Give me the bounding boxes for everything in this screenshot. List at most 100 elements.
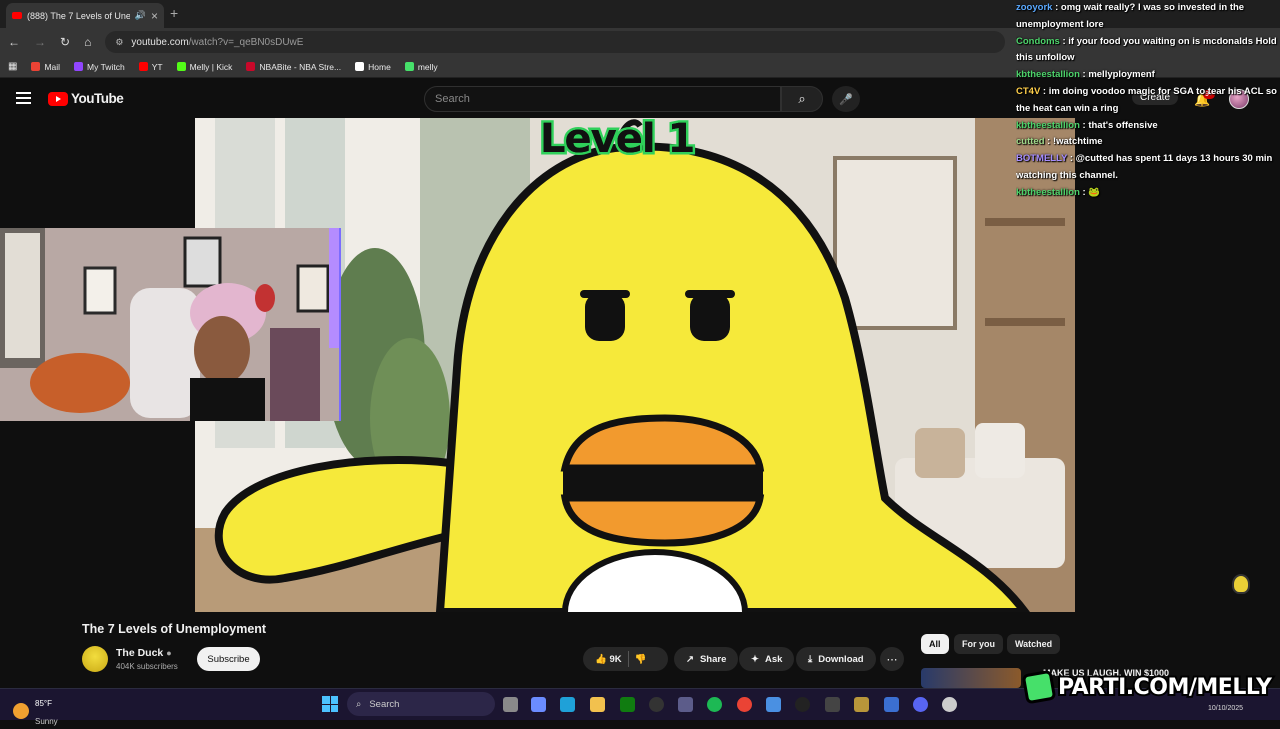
- youtube-icon: [138, 62, 148, 71]
- download-icon: ⤓: [808, 653, 813, 665]
- taskbar-search[interactable]: ⌕ Search: [347, 692, 495, 716]
- dislike-button[interactable]: 👎: [635, 654, 647, 665]
- search-input[interactable]: Search: [424, 86, 781, 112]
- menu-icon[interactable]: [16, 92, 31, 104]
- chip-watched[interactable]: Watched: [1007, 634, 1061, 654]
- apps-grid-icon[interactable]: ▦: [8, 61, 17, 72]
- streamer-webcam: [0, 228, 341, 421]
- windows-start-icon[interactable]: [322, 696, 338, 712]
- twitch-icon: [74, 62, 84, 71]
- chat-text: that's offensive: [1088, 119, 1158, 131]
- photos-icon[interactable]: [854, 697, 869, 712]
- chat-message: BOTMELLY : @cutted has spent 11 days 13 …: [1016, 153, 1273, 181]
- chat-user: kbtheestallion: [1016, 69, 1080, 81]
- webcam-frame: [0, 228, 339, 421]
- chrome-icon[interactable]: [737, 697, 752, 712]
- task-app-icon[interactable]: [884, 697, 899, 712]
- site-info-icon[interactable]: ⚙: [115, 37, 123, 48]
- video-title: The 7 Levels of Unemployment: [82, 622, 267, 636]
- subscribe-button[interactable]: Subscribe: [197, 647, 260, 671]
- xbox-icon[interactable]: [620, 697, 635, 712]
- parti-icon: [404, 62, 414, 71]
- more-horizontal-icon: ⋯: [886, 653, 898, 666]
- like-count: 9K: [609, 653, 622, 665]
- forward-icon[interactable]: →: [34, 35, 46, 49]
- chat-user: Condoms: [1016, 35, 1060, 47]
- parti-watermark: PARTI.COM/MELLY: [1021, 669, 1274, 705]
- bookmark-my-twitch[interactable]: My Twitch: [74, 62, 125, 72]
- media-player-icon[interactable]: [795, 697, 810, 712]
- chip-all[interactable]: All: [921, 634, 949, 654]
- store-icon[interactable]: [678, 697, 693, 712]
- spotify-icon[interactable]: [707, 697, 722, 712]
- reload-icon[interactable]: ↻: [60, 35, 70, 49]
- share-icon: ↗: [686, 653, 694, 665]
- app-icon[interactable]: [825, 697, 840, 712]
- duck-sticker-icon: [1232, 574, 1250, 594]
- like-button[interactable]: 👍 9K: [595, 654, 622, 665]
- search-button[interactable]: ⌕: [781, 86, 823, 112]
- address-bar[interactable]: ⚙ youtube.com/watch?v=_qeBN0sDUwE: [105, 31, 1006, 53]
- chat-user: CT4V: [1016, 85, 1041, 97]
- bookmark-nbabite[interactable]: NBABite - NBA Stre...: [246, 62, 341, 72]
- copilot-icon[interactable]: [531, 697, 546, 712]
- chat-text: 🐸: [1088, 186, 1101, 198]
- weather-widget[interactable]: 85°F Sunny: [13, 693, 58, 729]
- file-explorer-icon[interactable]: [590, 697, 605, 712]
- stream-chat-overlay: zooyork : omg wait really? I was so inve…: [1016, 0, 1280, 200]
- obs-icon[interactable]: [649, 697, 664, 712]
- chip-for-you[interactable]: For you: [954, 634, 1003, 654]
- channel-avatar[interactable]: [82, 646, 108, 672]
- edge-icon[interactable]: [560, 697, 575, 712]
- new-tab-button[interactable]: +: [170, 5, 178, 21]
- subscriber-count: 404K subscribers: [116, 662, 178, 671]
- youtube-favicon-icon: [12, 12, 22, 19]
- chat-user: kbtheestallion: [1016, 119, 1080, 131]
- discord-icon[interactable]: [913, 697, 928, 712]
- youtube-play-icon: [48, 91, 68, 106]
- chat-text: im doing voodoo magic for SGA to tear hi…: [1016, 85, 1277, 114]
- tab-title: (888) The 7 Levels of Unemp: [27, 10, 130, 21]
- chat-message: kbtheestallion : 🐸: [1016, 186, 1101, 198]
- chat-message: kbtheestallion : that's offensive: [1016, 119, 1158, 131]
- browser-tab[interactable]: (888) The 7 Levels of Unemp 🔊 ×: [6, 3, 164, 28]
- recommended-thumbnail[interactable]: [921, 668, 1021, 688]
- bookmark-yt[interactable]: YT: [138, 62, 163, 72]
- more-actions-button[interactable]: ⋯: [880, 647, 904, 671]
- ask-button[interactable]: ✦ Ask: [739, 647, 795, 671]
- youtube-logo[interactable]: YouTube: [48, 91, 124, 106]
- chat-user: BOTMELLY: [1016, 153, 1068, 165]
- share-button[interactable]: ↗ Share: [674, 647, 739, 671]
- thumbs-up-icon: 👍: [595, 653, 607, 665]
- like-divider: [627, 651, 629, 667]
- bookmark-home[interactable]: Home: [355, 62, 391, 72]
- channel-name[interactable]: The Duck ●: [116, 647, 172, 659]
- verified-icon: ●: [166, 648, 172, 658]
- download-button[interactable]: ⤓ Download: [796, 647, 876, 671]
- video-overlay-title: Level 1: [537, 114, 697, 165]
- bookmark-mail[interactable]: Mail: [31, 62, 60, 72]
- sun-icon: [13, 703, 29, 719]
- nba-icon: [246, 62, 256, 71]
- url-path: /watch?v=_qeBN0sDUwE: [188, 36, 304, 48]
- home-icon[interactable]: ⌂: [84, 35, 91, 49]
- search-icon: ⌕: [798, 91, 806, 106]
- thumbs-down-icon: 👎: [634, 653, 647, 665]
- search-icon: ⌕: [356, 698, 362, 710]
- back-icon[interactable]: ←: [8, 35, 20, 49]
- kick-icon: [176, 62, 186, 71]
- parti-logo-icon: [1021, 669, 1057, 705]
- paint-icon[interactable]: [766, 697, 781, 712]
- chat-user: kbtheestallion: [1016, 186, 1080, 198]
- speaker-icon[interactable]: 🔊: [135, 10, 146, 21]
- chat-message: zooyork : omg wait really? I was so inve…: [1016, 2, 1245, 30]
- task-view-icon[interactable]: [503, 697, 518, 712]
- pin-icon[interactable]: [942, 697, 957, 712]
- bookmark-melly-kick[interactable]: Melly | Kick: [176, 62, 232, 72]
- tab-close-icon[interactable]: ×: [151, 9, 158, 23]
- chat-message: cutted : !watchtime: [1016, 136, 1103, 148]
- bookmark-melly[interactable]: melly: [404, 62, 438, 72]
- voice-search-button[interactable]: 🎤: [832, 86, 860, 112]
- chat-user: cutted: [1016, 136, 1045, 148]
- chat-message: Condoms : if your food you waiting on is…: [1016, 35, 1277, 64]
